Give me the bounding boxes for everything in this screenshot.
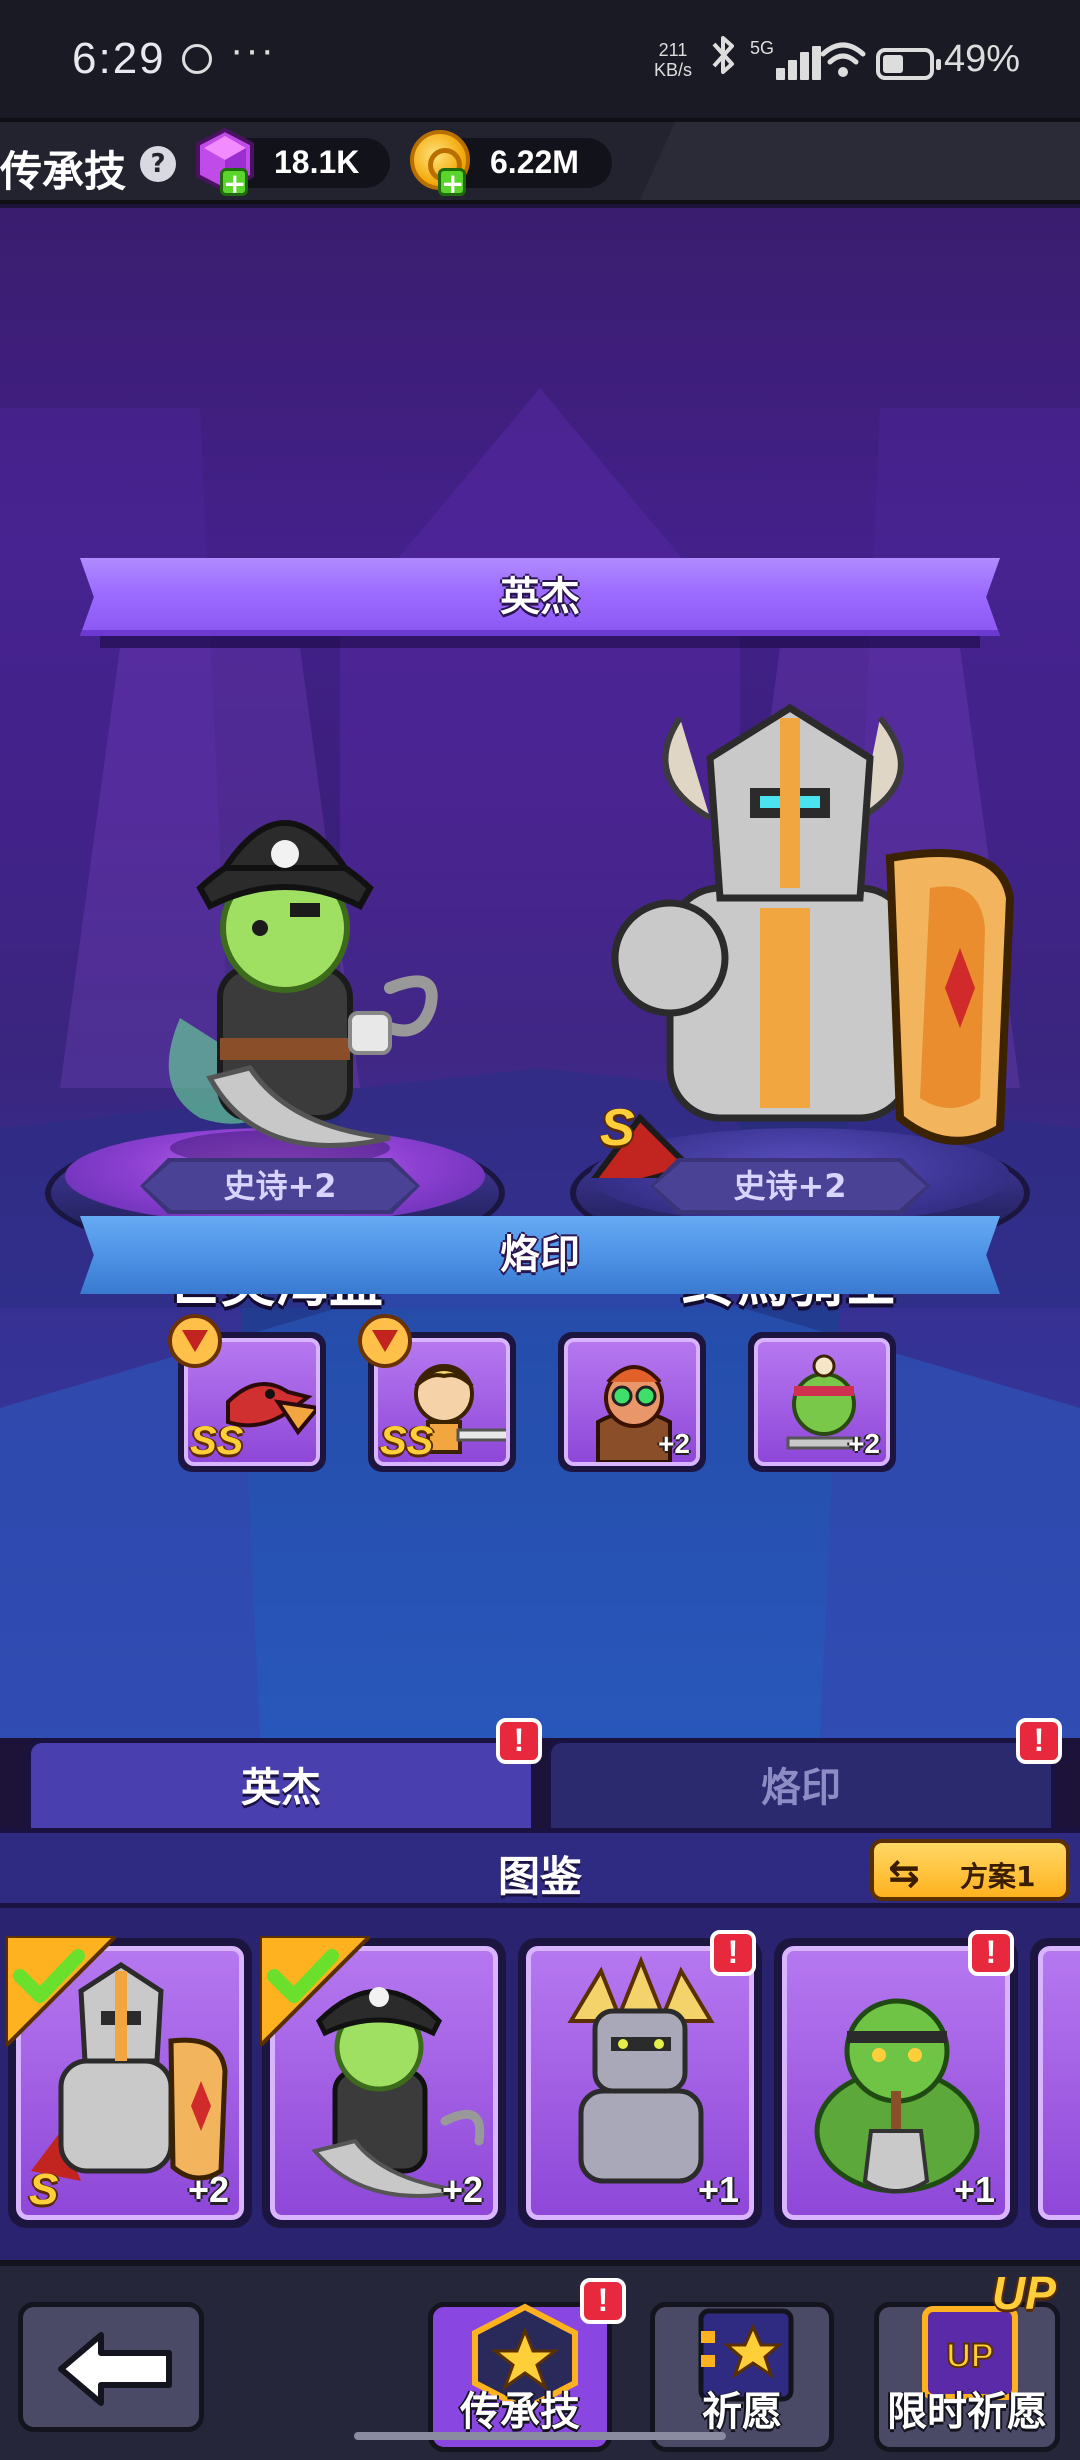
hero-slot-undead-pirate[interactable]: 史诗+2 亡灵海盗 — [40, 768, 510, 1314]
codex-header: 图鉴 ⇆ 方案1 — [0, 1828, 1080, 1908]
back-arrow-icon — [58, 2332, 172, 2406]
codex-card-undead-pirate[interactable]: +2 — [260, 1936, 506, 2228]
level-badge: +1 — [697, 2169, 739, 2210]
page-title: 传承技 — [0, 147, 127, 196]
nav-label: 祈愿 — [702, 2389, 782, 2435]
level-badge: +2 — [848, 1428, 880, 1459]
nav-label: 传承技 — [460, 2389, 580, 2435]
cell-signal-icon — [776, 46, 821, 80]
brand-emblem-icon — [168, 1314, 222, 1368]
grade-badge: S — [29, 2165, 59, 2214]
brand-emblem-icon — [358, 1314, 412, 1368]
brand-slot[interactable]: SS — [168, 1314, 326, 1472]
codex-card-orc-warrior[interactable]: +1 ! — [774, 1930, 1018, 2228]
undead-pirate-sprite — [168, 820, 438, 1166]
up-mini-text: UP — [946, 2337, 993, 2375]
gem-amount: 18.1K — [274, 144, 360, 180]
new-alert-icon: ! — [968, 1930, 1014, 1976]
plan-switch-button[interactable]: ⇆ 方案1 — [870, 1839, 1070, 1901]
limited-wish-button[interactable]: UP 限时祈愿 — [874, 2302, 1060, 2452]
help-icon[interactable]: ? — [140, 146, 176, 182]
add-gems-icon[interactable]: + — [220, 168, 248, 198]
level-badge: +2 — [441, 2169, 483, 2210]
coin-counter[interactable]: + 6.22M — [410, 130, 612, 198]
grade-badge: S — [600, 1099, 635, 1157]
legacy-stage: 英杰 史诗+2 亡灵海盗 — [0, 208, 1080, 1738]
equipped-check-icon — [260, 1936, 370, 2046]
net-speed-value: 211 — [658, 40, 688, 60]
rarity-tag: 史诗+2 — [650, 1158, 930, 1214]
notification-icon — [182, 44, 212, 74]
legacy-skill-button[interactable]: 传承技 — [428, 2302, 612, 2452]
bottom-nav: 传承技 ! 祈愿 UP 限时祈愿 UP — [0, 2260, 1080, 2460]
plan-label: 方案1 — [960, 1860, 1036, 1893]
home-indicator[interactable] — [354, 2432, 726, 2440]
bluetooth-icon — [708, 34, 738, 86]
up-badge: UP — [992, 2267, 1056, 2319]
brands-banner: 烙印 — [80, 1216, 1000, 1294]
wish-button[interactable]: 祈愿 — [650, 2302, 834, 2452]
tab-brands-alert-icon: ! — [1016, 1718, 1062, 1764]
resource-bar: 传承技 ? + 18.1K + 6.22M — [0, 118, 1080, 204]
status-bar: 6:29 ··· 211 KB/s 5G 49% — [0, 0, 1080, 118]
swap-arrows-icon: ⇆ — [888, 1851, 920, 1895]
brand-slot[interactable]: SS — [358, 1314, 516, 1472]
brand-slot[interactable]: +2 — [748, 1332, 896, 1472]
battery-icon — [876, 48, 941, 80]
codex-list[interactable]: S +2 +2 +1 ! +1 ! — [0, 1908, 1080, 2260]
nav-label: 限时祈愿 — [887, 2389, 1047, 2435]
back-button[interactable] — [18, 2302, 204, 2432]
hero-slot-doom-knight[interactable]: S 史诗+2 终焉骑士 — [560, 678, 1060, 1314]
level-badge: +2 — [658, 1428, 690, 1459]
legacy-alert-icon: ! — [580, 2278, 626, 2324]
codex-card-stone-golem[interactable]: +1 ! — [518, 1930, 762, 2228]
level-badge: +2 — [187, 2169, 229, 2210]
grade-badge: SS — [380, 1419, 434, 1463]
network-speed: 211 KB/s — [650, 40, 696, 80]
tab-brands[interactable]: 烙印 — [546, 1738, 1056, 1828]
grade-badge: SS — [190, 1419, 244, 1463]
brand-slot[interactable]: +2 — [558, 1332, 706, 1472]
tab-heroes-alert-icon: ! — [496, 1718, 542, 1764]
level-badge: +1 — [953, 2169, 995, 2210]
wifi-icon — [820, 40, 866, 80]
rarity-tag: 史诗+2 — [140, 1158, 420, 1214]
tab-heroes[interactable]: 英杰 — [26, 1738, 536, 1828]
battery-percent: 49% — [944, 38, 1021, 80]
net-speed-unit: KB/s — [653, 60, 692, 80]
clock: 6:29 — [72, 34, 166, 83]
gem-counter[interactable]: + 18.1K — [196, 128, 390, 198]
codex-card-partial[interactable] — [1030, 1938, 1080, 2228]
coin-amount: 6.22M — [490, 144, 579, 180]
equipped-check-icon — [6, 1936, 116, 2046]
heroes-banner: 英杰 — [80, 558, 1000, 636]
add-coins-icon[interactable]: + — [438, 168, 466, 198]
new-alert-icon: ! — [710, 1930, 756, 1976]
more-icon: ··· — [230, 28, 276, 72]
codex-card-doom-knight[interactable]: S +2 — [6, 1936, 252, 2228]
signal-label: 5G — [750, 38, 775, 58]
